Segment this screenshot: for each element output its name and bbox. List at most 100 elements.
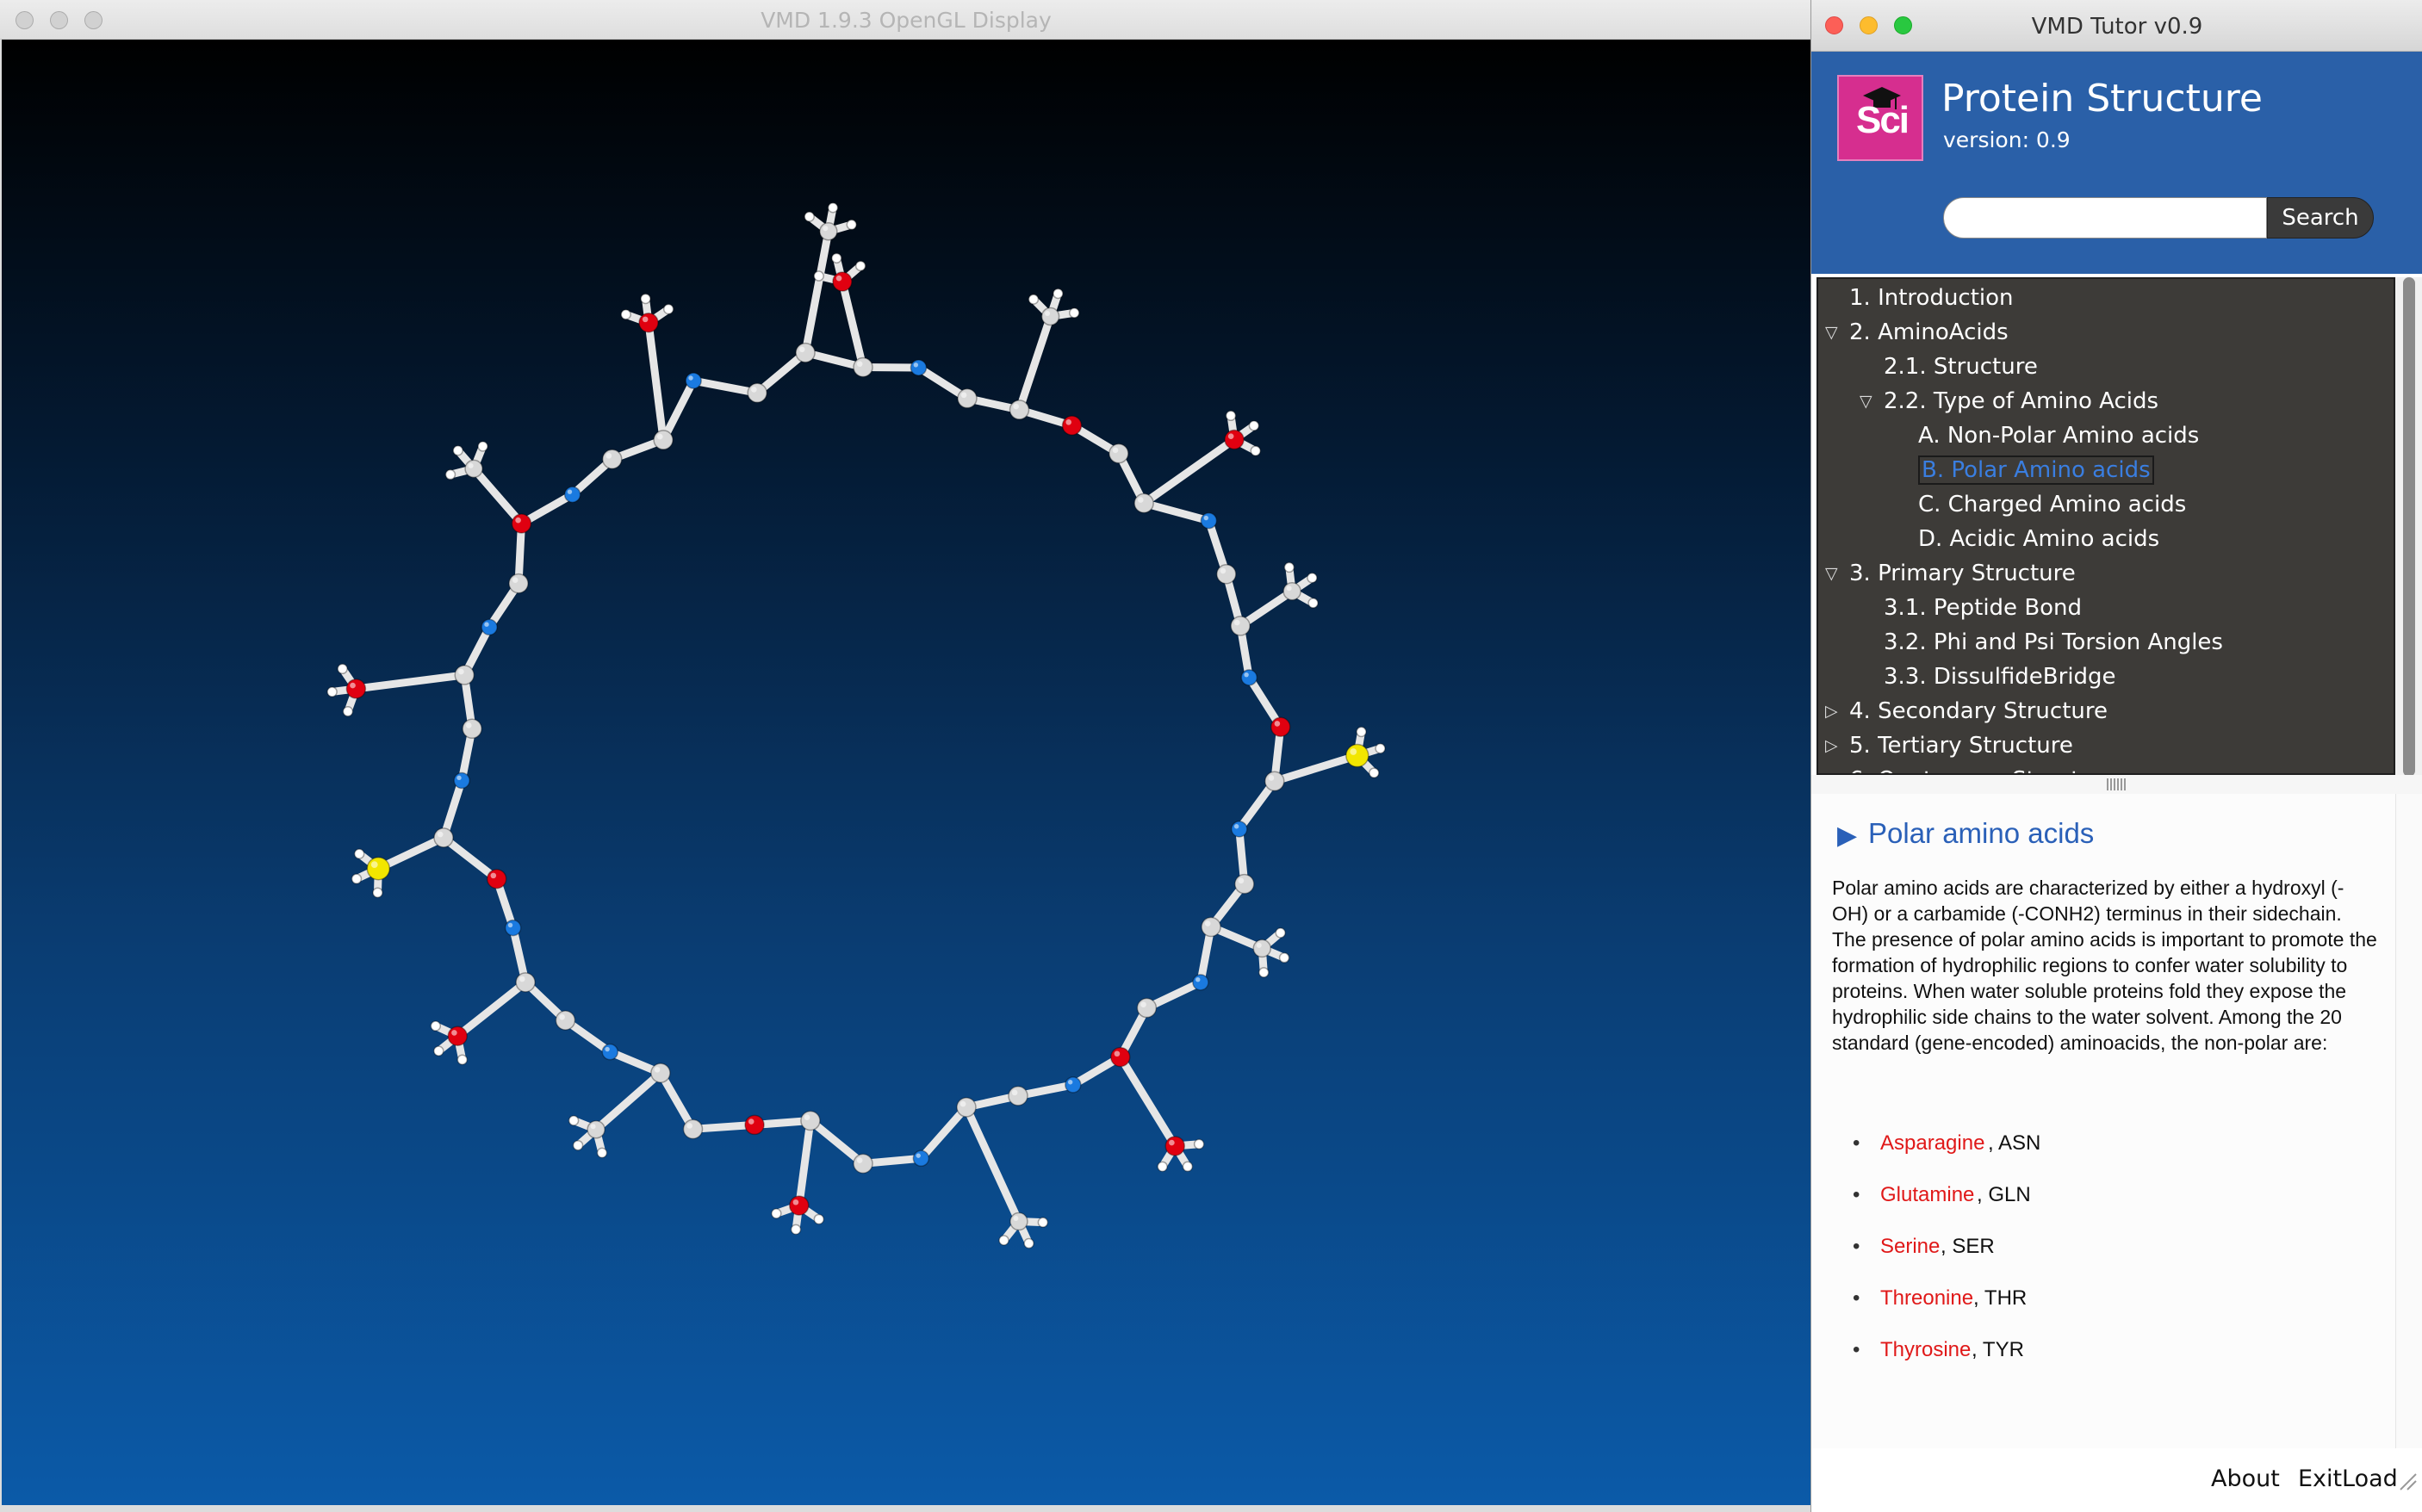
toc-item-label: 3.3. DissulfideBridge	[1884, 664, 2116, 690]
toc-item[interactable]: C. Charged Amino acids	[1918, 487, 2186, 522]
carbon-atom	[464, 459, 483, 479]
atom-highlight	[1227, 433, 1234, 439]
collapsed-triangle-icon[interactable]: ▷	[1825, 728, 1838, 763]
hydrogen-atom	[813, 270, 824, 282]
nitrogen-atom	[1200, 511, 1218, 530]
hydrogen-atom	[337, 663, 348, 675]
atom-highlight	[507, 922, 513, 928]
atom-highlight	[447, 471, 450, 474]
hydrogen-atom	[596, 1147, 608, 1159]
toc-item[interactable]: 3.1. Peptide Bond	[1884, 591, 2082, 625]
toc-item[interactable]: ▷ 5. Tertiary Structure	[1825, 728, 2073, 763]
pane-splitter[interactable]	[1811, 775, 2422, 794]
toc-item[interactable]: 3.3. DissulfideBridge	[1884, 660, 2116, 694]
hydrogen-atom	[326, 686, 338, 697]
hydrogen-atom	[1307, 598, 1319, 609]
hydrogen-atom	[804, 211, 815, 222]
collapsed-triangle-icon[interactable]: ▷	[1825, 694, 1838, 728]
amino-acid-link[interactable]: Serine	[1880, 1235, 1940, 1259]
atom-highlight	[1277, 929, 1281, 933]
hydrogen-atom	[444, 468, 456, 480]
atom-highlight	[606, 453, 612, 459]
hydrogen-atom	[790, 1224, 802, 1236]
toc-item-label: 4. Secondary Structure	[1849, 698, 2108, 724]
amino-acid-link[interactable]: Glutamine	[1880, 1183, 1974, 1207]
atom-highlight	[374, 889, 378, 893]
atom-highlight	[515, 517, 521, 524]
amino-acid-link[interactable]: Threonine	[1880, 1286, 1973, 1311]
toc-item[interactable]: B. Polar Amino acids	[1918, 453, 2154, 487]
hydrogen-atom	[433, 1045, 444, 1057]
toc-item[interactable]: ▽ 3. Primary Structure	[1825, 556, 2076, 591]
amino-acid-link[interactable]: Thyrosine	[1880, 1338, 1971, 1362]
carbon-atom	[1109, 443, 1129, 464]
hydrogen-atom	[1375, 742, 1386, 754]
search-input[interactable]	[1943, 197, 2267, 239]
content-scrollbar[interactable]	[2395, 794, 2422, 1448]
atom-highlight	[1071, 309, 1074, 313]
hydrogen-atom	[1278, 952, 1290, 964]
hydrogen-atom	[831, 252, 842, 264]
hydrogen-atom	[372, 887, 383, 898]
atom-highlight	[456, 775, 462, 781]
expanded-triangle-icon[interactable]: ▽	[1860, 384, 1872, 418]
toc-item-label: 5. Tertiary Structure	[1849, 733, 2073, 759]
toc-item[interactable]: 1. Introduction	[1849, 281, 2014, 315]
hydrogen-atom	[1356, 726, 1367, 738]
amino-acid-link[interactable]: Asparagine	[1880, 1131, 1984, 1156]
hydrogen-atom	[1369, 767, 1380, 778]
toc-item[interactable]: ▽ 2.2. Type of Amino Acids	[1860, 384, 2158, 418]
atom-highlight	[1184, 1163, 1188, 1167]
hydrogen-atom	[572, 1139, 584, 1151]
atom-highlight	[1195, 977, 1201, 982]
toc-scrollbar[interactable]	[2395, 277, 2422, 777]
toc-item[interactable]: 2.1. Structure	[1884, 350, 2038, 384]
opengl-molecule-viewport[interactable]	[2, 40, 1810, 1505]
search-button[interactable]: Search	[2267, 197, 2374, 239]
resize-grip-icon[interactable]	[2397, 1471, 2418, 1491]
hydrogen-atom	[1069, 307, 1080, 319]
nitrogen-atom	[504, 919, 522, 937]
hydrogen-atom	[813, 1213, 825, 1225]
atom-highlight	[1040, 1219, 1043, 1223]
atom-highlight	[458, 668, 464, 675]
collapsed-triangle-icon[interactable]: ▷	[1825, 763, 1838, 773]
atom-highlight	[654, 1066, 661, 1073]
atom-highlight	[1045, 311, 1051, 317]
atom-highlight	[1112, 447, 1119, 454]
carbon-atom	[454, 665, 475, 685]
atom-highlight	[468, 462, 474, 468]
toc-item-label: 3. Primary Structure	[1849, 561, 2076, 586]
table-of-contents-tree[interactable]: 1. Introduction ▽ 2. AminoAcids 2.1. Struct…	[1816, 277, 2395, 775]
toc-item[interactable]: ▷ 4. Secondary Structure	[1825, 694, 2108, 728]
expanded-triangle-icon[interactable]: ▽	[1825, 315, 1838, 350]
oxygen-atom	[1270, 716, 1291, 738]
carbon-atom	[956, 1097, 977, 1118]
atom-highlight	[642, 295, 646, 299]
atom-highlight	[823, 226, 829, 232]
about-button[interactable]: About	[2211, 1466, 2280, 1492]
toc-item[interactable]: ▽ 2. AminoAcids	[1825, 315, 2009, 350]
load-button[interactable]: Load	[2342, 1466, 2398, 1492]
toc-item[interactable]: D. Acidic Amino acids	[1918, 522, 2159, 556]
toc-scrollbar-thumb[interactable]	[2403, 277, 2415, 777]
expanded-triangle-icon[interactable]: ▽	[1825, 556, 1838, 591]
atom-highlight	[484, 622, 489, 627]
hydrogen-atom	[771, 1208, 782, 1219]
carbon-atom	[1201, 916, 1221, 938]
carbon-atom	[747, 382, 767, 404]
splitter-grip-icon[interactable]	[2107, 778, 2126, 790]
toc-item[interactable]: A. Non-Polar Amino acids	[1918, 418, 2199, 453]
hydrogen-atom	[568, 1115, 580, 1126]
hydrogen-atom	[620, 308, 631, 320]
nitrogen-atom	[912, 1149, 930, 1168]
atom-highlight	[829, 204, 833, 208]
exit-button[interactable]: Exit	[2298, 1466, 2342, 1492]
atom-highlight	[1013, 1216, 1019, 1222]
atom-highlight	[559, 1013, 565, 1020]
toc-item[interactable]: 3.2. Phi and Psi Torsion Angles	[1884, 625, 2223, 660]
atom-highlight	[329, 688, 332, 692]
atom-highlight	[960, 392, 967, 399]
atom-highlight	[1274, 721, 1281, 727]
toc-item[interactable]: ▷ 6. Quaternary Structure	[1825, 763, 2116, 773]
